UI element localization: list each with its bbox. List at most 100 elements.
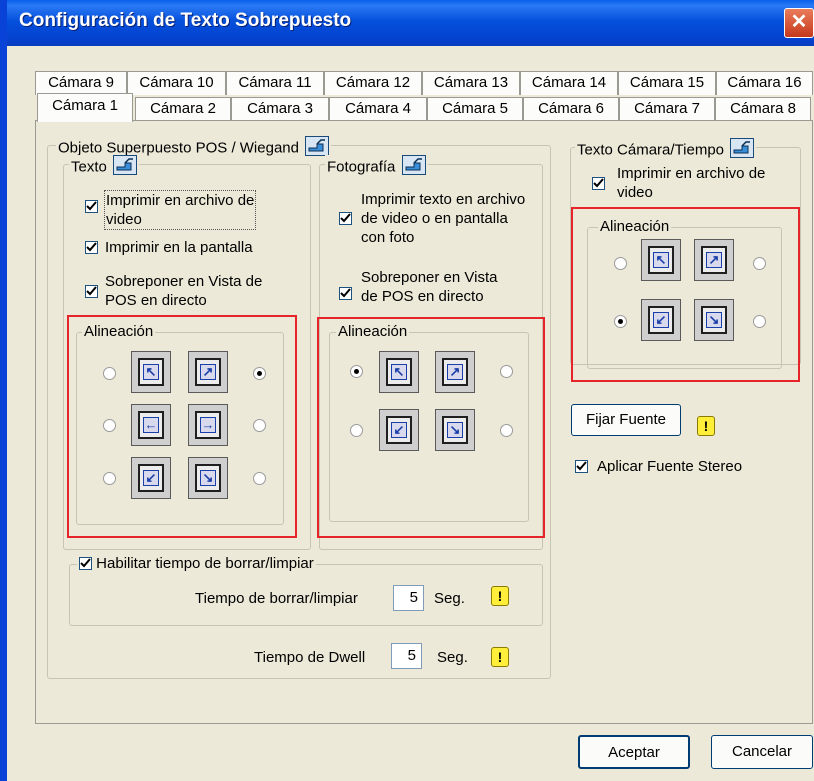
- foto-title: Fotografía: [327, 158, 396, 176]
- arrow-right-icon: →: [200, 417, 216, 433]
- cancel-button[interactable]: Cancelar: [711, 735, 813, 769]
- clear-time-input[interactable]: 5: [393, 585, 424, 611]
- tab-camara-2[interactable]: Cámara 2: [135, 97, 231, 121]
- cam-time-title: Texto Cámara/Tiempo: [577, 141, 724, 159]
- foto-align-top-left-radio[interactable]: [350, 365, 363, 378]
- foto-align-top-right-radio[interactable]: [500, 365, 513, 378]
- print-screen-checkbox[interactable]: [85, 241, 98, 254]
- close-button[interactable]: ✕: [784, 8, 814, 38]
- clear-time-title: Habilitar tiempo de borrar/limpiar: [96, 555, 314, 572]
- tab-camara-1[interactable]: Cámara 1: [37, 93, 133, 122]
- clear-time-label: Tiempo de borrar/limpiar: [195, 590, 358, 607]
- arrow-up-left-icon: ↖: [391, 364, 407, 380]
- tab-camara-7[interactable]: Cámara 7: [619, 97, 715, 121]
- tab-camara-3[interactable]: Cámara 3: [231, 97, 329, 121]
- cam-align-bottom-right-radio[interactable]: [753, 315, 766, 328]
- cam-time-print-label: Imprimir en archivo de video: [617, 165, 766, 201]
- tab-camara-8[interactable]: Cámara 8: [715, 97, 811, 121]
- texto-align-top-right-radio[interactable]: [253, 367, 266, 380]
- foto-align-bottom-right-radio[interactable]: [500, 424, 513, 437]
- pointing-hand-icon[interactable]: [401, 155, 426, 180]
- warning-icon[interactable]: !: [491, 647, 509, 667]
- overlay-pos-live-checkbox[interactable]: [85, 285, 98, 298]
- texto-align-middle-left-radio[interactable]: [103, 419, 116, 432]
- tab-camara-12[interactable]: Cámara 12: [324, 71, 422, 95]
- texto-align-bottom-right-radio[interactable]: [253, 472, 266, 485]
- tab-camara-15[interactable]: Cámara 15: [618, 71, 716, 95]
- arrow-left-icon: ←: [143, 417, 159, 433]
- tab-camara-5[interactable]: Cámara 5: [427, 97, 523, 121]
- foto-align-top-right-button[interactable]: ↗: [435, 351, 475, 393]
- tab-camara-14[interactable]: Cámara 14: [520, 71, 618, 95]
- tab-camara-11[interactable]: Cámara 11: [226, 71, 324, 95]
- texto-legend: Texto: [69, 155, 140, 180]
- print-video-checkbox[interactable]: [85, 200, 98, 213]
- pointing-hand-icon[interactable]: [730, 138, 755, 163]
- foto-print-checkbox[interactable]: [339, 212, 352, 225]
- print-video-label: Imprimir en archivo de video: [104, 190, 257, 230]
- dialog-window: Configuración de Texto Sobrepuesto ✕ Cám…: [0, 0, 814, 781]
- foto-align-bottom-left-button[interactable]: ↙: [379, 409, 419, 451]
- tab-camara-9[interactable]: Cámara 9: [35, 71, 127, 95]
- texto-title: Texto: [71, 158, 107, 176]
- overlay-pos-live-label: Sobreponer en Vista de POS en directo: [105, 273, 263, 309]
- foto-align-bottom-right-button[interactable]: ↘: [435, 409, 475, 451]
- texto-alignment-title: Alineación: [82, 323, 156, 341]
- title-bar[interactable]: Configuración de Texto Sobrepuesto ✕: [7, 0, 814, 46]
- cam-time-print-checkbox[interactable]: [592, 177, 605, 190]
- apply-stereo-font-label: Aplicar Fuente Stereo: [597, 458, 743, 475]
- tab-camara-13[interactable]: Cámara 13: [422, 71, 520, 95]
- tab-camara-10[interactable]: Cámara 10: [127, 71, 226, 95]
- arrow-down-left-icon: ↙: [143, 470, 159, 486]
- cam-align-bottom-left-radio[interactable]: [614, 315, 627, 328]
- tab-camara-16[interactable]: Cámara 16: [716, 71, 813, 95]
- set-font-button[interactable]: Fijar Fuente: [571, 404, 681, 436]
- arrow-up-right-icon: ↗: [706, 252, 722, 268]
- cam-time-legend: Texto Cámara/Tiempo: [575, 138, 757, 163]
- align-top-right-button[interactable]: ↗: [188, 351, 228, 393]
- warning-icon[interactable]: !: [491, 586, 509, 606]
- align-middle-left-button[interactable]: ←: [131, 404, 171, 446]
- texto-align-top-left-radio[interactable]: [103, 367, 116, 380]
- align-bottom-right-button[interactable]: ↘: [188, 457, 228, 499]
- arrow-down-right-icon: ↘: [200, 470, 216, 486]
- cam-align-top-left-radio[interactable]: [614, 257, 627, 270]
- foto-overlay-label: Sobreponer en Vista de POS en directo: [361, 269, 498, 305]
- tab-camara-4[interactable]: Cámara 4: [329, 97, 427, 121]
- print-screen-label: Imprimir en la pantalla: [105, 239, 253, 256]
- foto-align-bottom-left-radio[interactable]: [350, 424, 363, 437]
- foto-overlay-checkbox[interactable]: [339, 287, 352, 300]
- align-bottom-left-button[interactable]: ↙: [131, 457, 171, 499]
- cam-align-bottom-right-button[interactable]: ↘: [694, 299, 734, 341]
- foto-print-label: Imprimir texto en archivo de video o en p…: [361, 191, 526, 246]
- cam-align-top-right-button[interactable]: ↗: [694, 239, 734, 281]
- arrow-down-left-icon: ↙: [653, 312, 669, 328]
- pos-wiegand-title: Objeto Superpuesto POS / Wiegand: [58, 139, 299, 157]
- cam-time-alignment-title: Alineación: [598, 218, 672, 236]
- warning-icon[interactable]: !: [697, 416, 715, 436]
- clear-time-unit: Seg.: [434, 590, 465, 607]
- dwell-time-input[interactable]: 5: [391, 643, 422, 669]
- ok-button[interactable]: Aceptar: [578, 735, 690, 769]
- cam-align-top-left-button[interactable]: ↖: [641, 239, 681, 281]
- texto-align-middle-right-radio[interactable]: [253, 419, 266, 432]
- apply-stereo-font-checkbox[interactable]: [575, 460, 588, 473]
- foto-alignment-title: Alineación: [336, 323, 410, 341]
- tab-camara-6[interactable]: Cámara 6: [523, 97, 619, 121]
- align-middle-right-button[interactable]: →: [188, 404, 228, 446]
- dwell-time-label: Tiempo de Dwell: [254, 649, 366, 666]
- pointing-hand-icon[interactable]: [113, 155, 138, 180]
- clear-time-legend: Habilitar tiempo de borrar/limpiar: [77, 555, 316, 573]
- cam-align-bottom-left-button[interactable]: ↙: [641, 299, 681, 341]
- clear-time-checkbox[interactable]: [79, 557, 92, 570]
- arrow-down-right-icon: ↘: [447, 422, 463, 438]
- cam-time-alignment-group: [587, 227, 782, 369]
- cam-align-top-right-radio[interactable]: [753, 257, 766, 270]
- arrow-up-right-icon: ↗: [447, 364, 463, 380]
- dwell-time-unit: Seg.: [437, 649, 468, 666]
- foto-align-top-left-button[interactable]: ↖: [379, 351, 419, 393]
- align-top-left-button[interactable]: ↖: [131, 351, 171, 393]
- arrow-up-left-icon: ↖: [143, 364, 159, 380]
- texto-align-bottom-left-radio[interactable]: [103, 472, 116, 485]
- window-title: Configuración de Texto Sobrepuesto: [19, 10, 352, 31]
